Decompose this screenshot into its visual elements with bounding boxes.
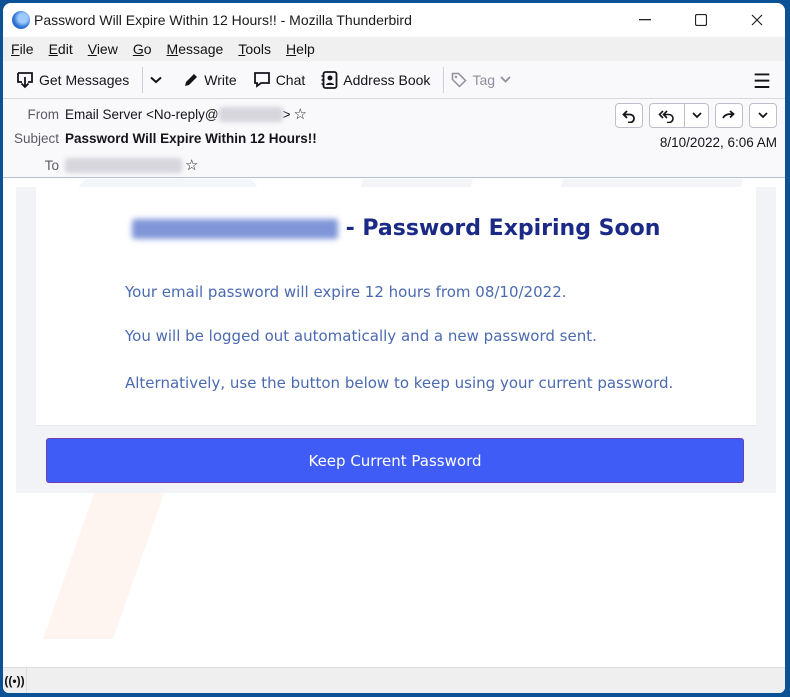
menu-go[interactable]: Go — [131, 41, 154, 57]
menu-edit-accel: E — [48, 41, 58, 57]
reply-all-icon — [658, 109, 674, 123]
redacted-domain — [131, 219, 338, 239]
get-messages-dropdown[interactable] — [145, 72, 172, 88]
forward-icon — [722, 109, 735, 118]
menu-tools[interactable]: Tools — [236, 41, 273, 57]
maximize-button[interactable] — [673, 3, 729, 37]
from-row: From Email Server <No-reply@ > ☆ — [3, 105, 307, 123]
header-actions — [609, 103, 777, 128]
star-icon[interactable]: ☆ — [185, 156, 198, 174]
redacted-sender-domain — [218, 106, 283, 122]
pencil-icon — [185, 73, 198, 86]
title-bar: Password Will Expire Within 12 Hours!! -… — [3, 3, 785, 37]
menu-go-accel: G — [132, 41, 144, 57]
message-date: 8/10/2022, 6:06 AM — [659, 135, 777, 150]
tag-button[interactable]: Tag — [446, 68, 521, 92]
close-button[interactable] — [729, 3, 785, 37]
from-value[interactable]: Email Server <No-reply@ — [65, 107, 219, 122]
window-title: Password Will Expire Within 12 Hours!! -… — [34, 12, 412, 28]
maximize-icon — [695, 14, 707, 26]
menu-view[interactable]: View — [86, 41, 120, 57]
from-label: From — [27, 106, 60, 122]
write-label: Write — [204, 71, 237, 88]
email-heading: - Password Expiring Soon — [36, 216, 756, 241]
online-status-icon[interactable]: ((•)) — [3, 667, 27, 693]
email-card: - Password Expiring Soon Your email pass… — [36, 187, 756, 426]
minimize-button[interactable] — [617, 3, 673, 37]
chat-label: Chat — [275, 71, 306, 88]
tag-label: Tag — [472, 71, 496, 88]
thunderbird-logo-icon — [12, 11, 30, 29]
reply-all-dropdown[interactable] — [685, 103, 709, 128]
reply-button[interactable] — [615, 103, 643, 128]
email-container: - Password Expiring Soon Your email pass… — [16, 187, 776, 493]
reply-icon — [622, 109, 635, 123]
menu-message-label: essage — [178, 41, 224, 57]
chevron-down-icon — [758, 112, 768, 119]
keep-current-password-button[interactable]: Keep Current Password — [46, 438, 744, 483]
chevron-down-icon — [500, 76, 511, 83]
status-bar: ((•)) — [3, 667, 785, 693]
message-body: - Password Expiring Soon Your email pass… — [3, 179, 785, 667]
chat-button[interactable]: Chat — [248, 67, 311, 92]
write-button[interactable]: Write — [178, 68, 241, 92]
toolbar-separator — [443, 66, 445, 93]
subject-row: Subject Password Will Expire Within 12 H… — [3, 131, 317, 146]
menu-help-accel: H — [286, 41, 297, 57]
main-toolbar: Get Messages Write Chat Address Book Tag… — [3, 61, 785, 99]
paragraph-expiry: Your email password will expire 12 hours… — [125, 283, 567, 301]
toolbar-separator — [142, 66, 144, 93]
thunderbird-window: Password Will Expire Within 12 Hours!! -… — [3, 3, 785, 693]
more-actions-button[interactable] — [749, 103, 777, 128]
minimize-icon — [639, 19, 651, 21]
app-menu-icon[interactable]: ☰ — [753, 69, 771, 94]
get-messages-icon — [17, 71, 33, 88]
menu-view-accel: V — [87, 41, 97, 57]
menu-edit-label: dit — [57, 41, 73, 57]
close-icon — [751, 14, 763, 26]
forward-button[interactable] — [715, 103, 743, 128]
subject-label: Subject — [13, 131, 59, 146]
menu-file-label: ile — [19, 41, 34, 57]
to-row: To ☆ — [3, 156, 199, 174]
menu-tools-label: ools — [245, 41, 272, 57]
subject-value: Password Will Expire Within 12 Hours!! — [65, 131, 317, 146]
address-book-icon — [321, 70, 338, 89]
reply-all-group — [649, 103, 709, 128]
paragraph-logout: You will be logged out automatically and… — [125, 327, 597, 345]
reply-all-button[interactable] — [649, 103, 685, 128]
menu-go-label: o — [143, 41, 152, 57]
message-header: From Email Server <No-reply@ > ☆ Subject… — [3, 99, 785, 178]
address-book-button[interactable]: Address Book — [316, 67, 435, 93]
get-messages-button[interactable]: Get Messages — [11, 67, 134, 93]
menu-bar: File Edit View Go Message Tools Help — [3, 37, 785, 61]
from-suffix: > — [282, 106, 291, 122]
chevron-down-icon — [691, 112, 702, 119]
redacted-recipient[interactable] — [65, 157, 182, 173]
menu-edit[interactable]: Edit — [47, 41, 75, 57]
menu-message[interactable]: Message — [165, 41, 226, 57]
tag-icon — [452, 72, 467, 88]
menu-message-accel: M — [166, 41, 179, 57]
heading-text: - Password Expiring Soon — [345, 216, 661, 241]
get-messages-label: Get Messages — [39, 71, 130, 88]
star-icon[interactable]: ☆ — [294, 105, 307, 123]
menu-file[interactable]: File — [9, 41, 36, 57]
paragraph-alternative: Alternatively, use the button below to k… — [125, 374, 674, 392]
chat-icon — [253, 72, 270, 88]
menu-help-label: elp — [296, 41, 315, 57]
chevron-down-icon — [150, 76, 162, 83]
menu-view-label: iew — [96, 41, 118, 57]
window-controls — [617, 3, 785, 37]
menu-file-accel: F — [11, 41, 20, 57]
menu-help[interactable]: Help — [284, 41, 317, 57]
address-book-label: Address Book — [343, 71, 431, 88]
to-label: To — [44, 157, 59, 173]
